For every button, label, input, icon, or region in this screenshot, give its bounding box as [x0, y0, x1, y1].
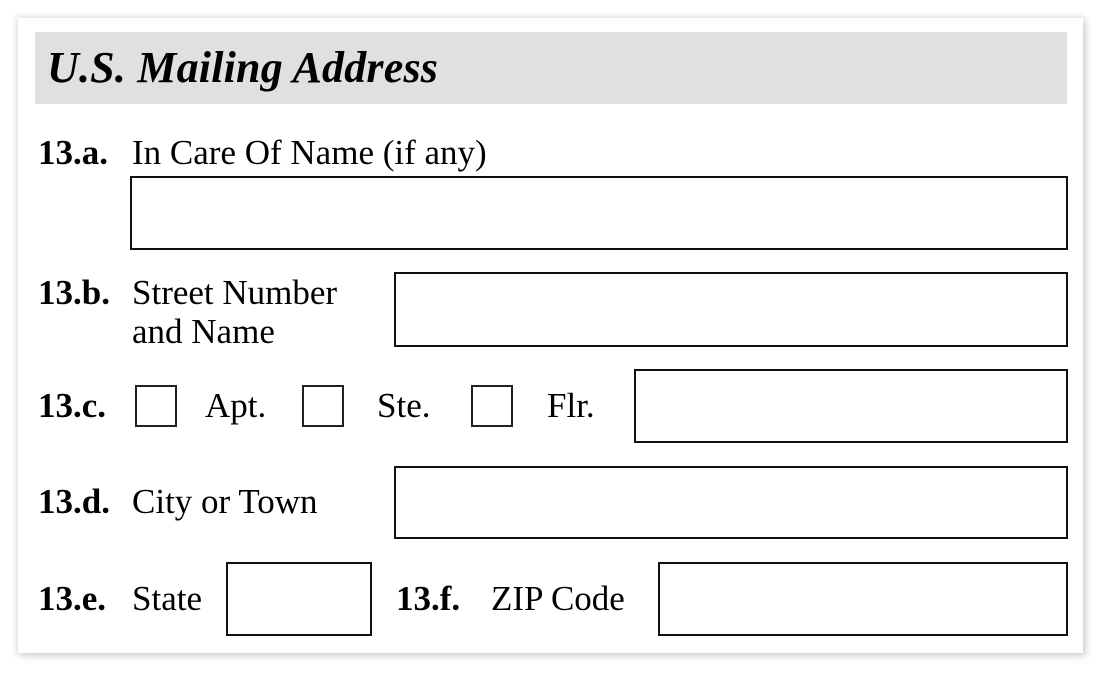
flr-checkbox[interactable]: [471, 385, 513, 427]
street-label-line1: Street Number: [132, 273, 338, 312]
field-number-13b: 13.b.: [38, 273, 110, 312]
apt-checkbox[interactable]: [135, 385, 177, 427]
care-of-name-input[interactable]: [130, 176, 1068, 250]
state-input[interactable]: [226, 562, 372, 636]
apt-label: Apt.: [205, 386, 267, 425]
ste-checkbox[interactable]: [302, 385, 344, 427]
ste-label: Ste.: [377, 386, 431, 425]
unit-number-input[interactable]: [634, 369, 1068, 443]
flr-label: Flr.: [547, 386, 595, 425]
field-number-13e: 13.e.: [38, 579, 107, 618]
field-number-13c: 13.c.: [38, 386, 107, 425]
care-of-name-label: In Care Of Name (if any): [132, 133, 487, 172]
field-number-13f: 13.f.: [396, 579, 461, 618]
city-input[interactable]: [394, 466, 1068, 539]
zip-code-label: ZIP Code: [491, 579, 625, 618]
section-header: U.S. Mailing Address: [35, 32, 1067, 104]
field-number-13d: 13.d.: [38, 482, 110, 521]
section-title: U.S. Mailing Address: [47, 43, 439, 92]
field-number-13a: 13.a.: [38, 133, 108, 172]
street-label-line2: and Name: [132, 312, 275, 351]
city-label: City or Town: [132, 482, 318, 521]
state-label: State: [132, 579, 202, 618]
street-number-name-input[interactable]: [394, 272, 1068, 347]
zip-code-input[interactable]: [658, 562, 1068, 636]
